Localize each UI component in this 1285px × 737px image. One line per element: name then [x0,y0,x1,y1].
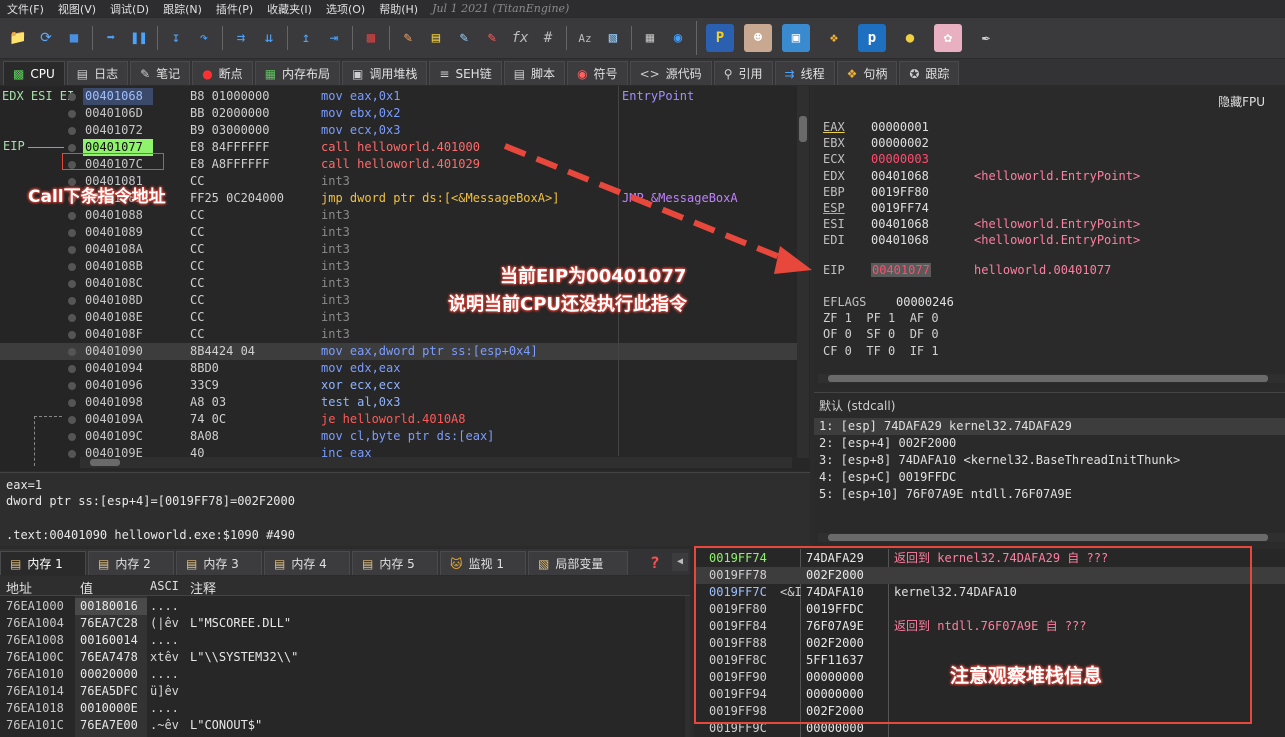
annotation-stack-note: 注意观察堆栈信息 [950,665,1103,687]
annotation-dashed-arrow [503,143,794,265]
annotation-arrow-head [774,246,812,274]
stack-highlight-box [694,546,1252,724]
